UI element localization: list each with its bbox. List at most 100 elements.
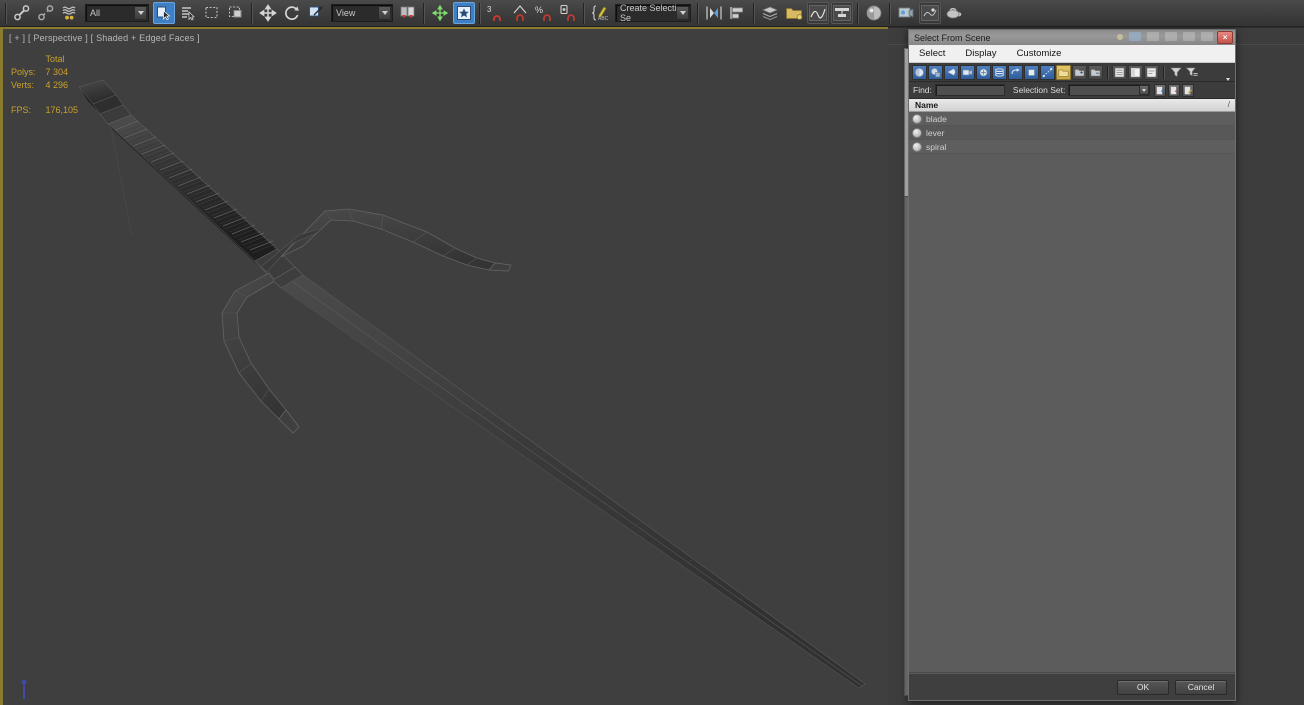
collapse-all-icon[interactable] [1128, 64, 1143, 80]
list-item[interactable]: blade [909, 112, 1235, 126]
chevron-down-icon[interactable] [378, 6, 391, 20]
use-pivot-point-center-icon[interactable] [397, 2, 419, 24]
stats-fps-label: FPS: [11, 105, 32, 115]
select-and-rotate-icon[interactable] [281, 2, 303, 24]
selection-set-label: Selection Set: [1012, 85, 1066, 95]
filter-icon[interactable] [1168, 65, 1183, 80]
display-children-icon[interactable] [1072, 64, 1087, 80]
toolbar-separator [889, 2, 891, 24]
toolbar-separator [697, 2, 699, 24]
display-lights-icon[interactable] [944, 64, 959, 80]
stats-verts-value: 4 296 [45, 80, 69, 90]
titlebar-decoration [1117, 32, 1213, 41]
material-editor-icon[interactable] [863, 2, 885, 24]
unlink-selection-icon[interactable] [35, 2, 57, 24]
angle-snap-toggle-icon[interactable] [509, 2, 531, 24]
snap-3d-icon[interactable]: 3 [485, 2, 507, 24]
display-xrefs-icon[interactable] [1024, 64, 1039, 80]
open-explorer-icon[interactable] [783, 2, 805, 24]
display-groups-icon[interactable] [1008, 64, 1023, 80]
cancel-button[interactable]: Cancel [1175, 679, 1227, 695]
named-selection-set-combo[interactable]: Create Selection Se [615, 3, 691, 23]
chevron-down-icon[interactable] [134, 6, 147, 20]
expand-all-icon[interactable] [1112, 64, 1127, 80]
sphere-object-icon [912, 141, 922, 152]
spinner-snap-toggle-icon[interactable] [557, 2, 579, 24]
edit-named-selection-sets-icon[interactable]: ABC [589, 2, 611, 24]
stats-polys-label: Polys: [11, 67, 36, 77]
snaps-toggle-icon[interactable] [453, 2, 475, 24]
list-item-label: lever [926, 127, 945, 138]
select-and-manipulate-icon[interactable] [429, 2, 451, 24]
select-by-name-icon[interactable] [177, 2, 199, 24]
menu-item-select[interactable]: Select [919, 48, 945, 59]
align-icon[interactable] [727, 2, 749, 24]
display-shapes-icon[interactable] [928, 64, 943, 80]
display-space-warps-icon[interactable] [992, 64, 1007, 80]
percent-snap-toggle-icon[interactable]: % [533, 2, 555, 24]
remove-selection-set-icon[interactable] [1168, 83, 1181, 97]
mirror-icon[interactable] [703, 2, 725, 24]
selection-filter-value: All [90, 8, 101, 18]
display-bone-objects-icon[interactable] [1040, 64, 1055, 80]
display-geometry-icon[interactable] [912, 64, 927, 80]
select-and-move-icon[interactable] [257, 2, 279, 24]
select-and-link-icon[interactable] [11, 2, 33, 24]
selection-set-combo[interactable] [1068, 84, 1151, 96]
display-cameras-icon[interactable] [960, 64, 975, 80]
toolbar-separator [857, 2, 859, 24]
sort-indicator[interactable]: / [1228, 100, 1230, 109]
advanced-filter-icon[interactable] [1184, 65, 1199, 80]
toolbar-separator [251, 2, 253, 24]
svg-text:%: % [535, 5, 543, 15]
toolbar-separator [5, 2, 7, 24]
dialog-titlebar[interactable]: Select From Scene × [909, 30, 1235, 45]
viewport-label[interactable]: [ + ] [ Perspective ] [ Shaded + Edged F… [9, 33, 200, 43]
rendered-frame-window-icon[interactable] [919, 2, 941, 24]
chevron-down-icon[interactable] [1139, 85, 1150, 95]
layer-manager-icon[interactable] [759, 2, 781, 24]
main-toolbar: All View 3 % ABC Create Selection Se [0, 0, 1304, 27]
schematic-view-icon[interactable] [831, 2, 853, 24]
selection-filter-combo[interactable]: All [85, 4, 149, 22]
dialog-title: Select From Scene [914, 32, 991, 43]
render-setup-icon[interactable] [895, 2, 917, 24]
select-from-scene-dialog: Select From Scene × Select Display Custo… [908, 29, 1236, 701]
dialog-footer: OK Cancel [909, 673, 1235, 700]
column-header-name: Name [915, 100, 939, 110]
perspective-viewport[interactable]: [ + ] [ Perspective ] [ Shaded + Edged F… [0, 27, 888, 705]
stats-verts-label: Verts: [11, 80, 35, 90]
add-selection-set-icon[interactable] [1154, 83, 1167, 97]
menu-item-display[interactable]: Display [965, 48, 996, 59]
window-crossing-icon[interactable] [225, 2, 247, 24]
close-icon[interactable]: × [1217, 31, 1233, 44]
ok-button[interactable]: OK [1117, 679, 1169, 695]
dialog-menubar: Select Display Customize [909, 45, 1235, 63]
bind-to-space-warp-icon[interactable] [59, 2, 81, 24]
stats-polys-value: 7 304 [45, 67, 69, 77]
svg-text:ABC: ABC [598, 16, 609, 22]
select-object-icon[interactable] [153, 2, 175, 24]
close-glyph: × [1222, 32, 1228, 42]
chevron-down-icon[interactable] [676, 6, 689, 20]
rectangular-selection-region-icon[interactable] [201, 2, 223, 24]
dialog-toolbar-separator [1163, 65, 1165, 79]
select-and-scale-icon[interactable] [305, 2, 327, 24]
list-column-header[interactable]: Name / [909, 99, 1235, 112]
edit-selection-set-icon[interactable] [1182, 83, 1195, 97]
sphere-object-icon [912, 127, 922, 138]
reference-coordinate-system-combo[interactable]: View [331, 4, 393, 22]
viewport-statistics: Total Polys: 7 304 Verts: 4 296 FPS: 176… [11, 53, 84, 117]
display-influences-icon[interactable] [1088, 64, 1103, 80]
render-production-icon[interactable] [943, 2, 965, 24]
find-input[interactable] [934, 84, 1005, 96]
display-helpers-icon[interactable] [976, 64, 991, 80]
menu-item-customize[interactable]: Customize [1017, 48, 1062, 59]
list-item[interactable]: lever [909, 126, 1235, 140]
curve-editor-icon[interactable] [807, 2, 829, 24]
find-row-overflow-icon[interactable] [1226, 78, 1230, 99]
list-item[interactable]: spiral [909, 140, 1235, 154]
display-containers-icon[interactable] [1056, 64, 1071, 80]
scene-object-list[interactable]: blade lever spiral [909, 112, 1235, 673]
select-subtree-icon[interactable] [1144, 64, 1159, 80]
